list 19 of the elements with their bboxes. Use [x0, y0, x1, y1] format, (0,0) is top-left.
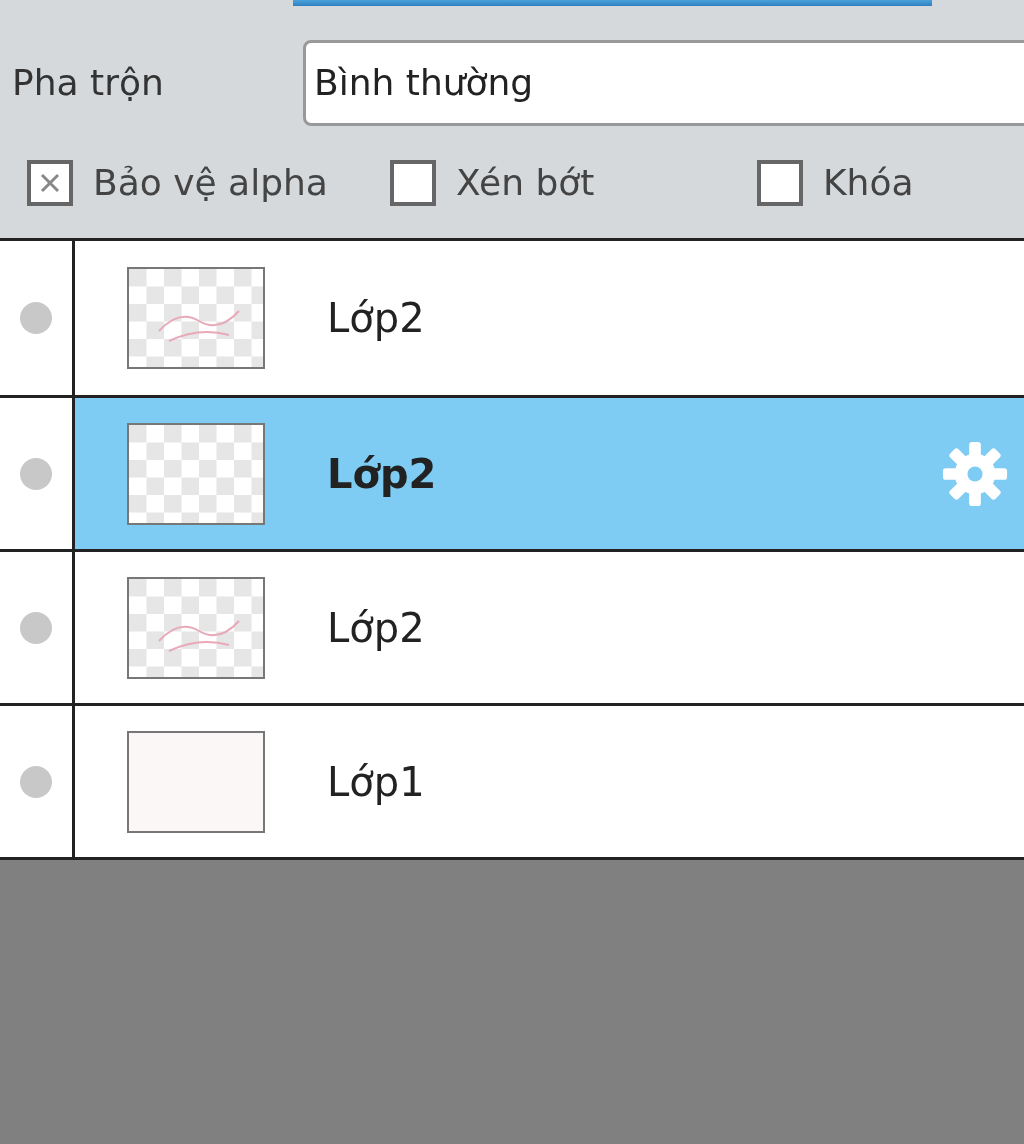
visibility-dot-icon[interactable] — [18, 300, 54, 336]
layer-name: Lớp1 — [327, 757, 425, 807]
visibility-dot-icon[interactable] — [18, 763, 54, 800]
layer-row[interactable]: Lớp2 — [75, 398, 1024, 549]
cross-icon — [39, 172, 61, 194]
checkbox[interactable] — [27, 160, 73, 206]
checkbox[interactable] — [757, 160, 803, 206]
checkbox-label: Khóa — [823, 161, 914, 205]
blend-mode-dropdown[interactable]: Bình thường — [303, 40, 1024, 126]
layer-name: Lớp2 — [327, 603, 425, 653]
slider-bar[interactable] — [293, 0, 932, 6]
visibility-dot-icon[interactable] — [18, 455, 54, 492]
checkbox-label: Bảo vệ alpha — [93, 161, 328, 205]
visibility-dot-icon[interactable] — [18, 609, 54, 646]
checkbox[interactable] — [390, 160, 436, 206]
blend-mode-label: Pha trộn — [11, 61, 165, 105]
checkbox-label: Xén bớt — [456, 161, 595, 205]
layer-name: Lớp2 — [327, 294, 425, 343]
layer-name: Lớp2 — [327, 449, 437, 499]
